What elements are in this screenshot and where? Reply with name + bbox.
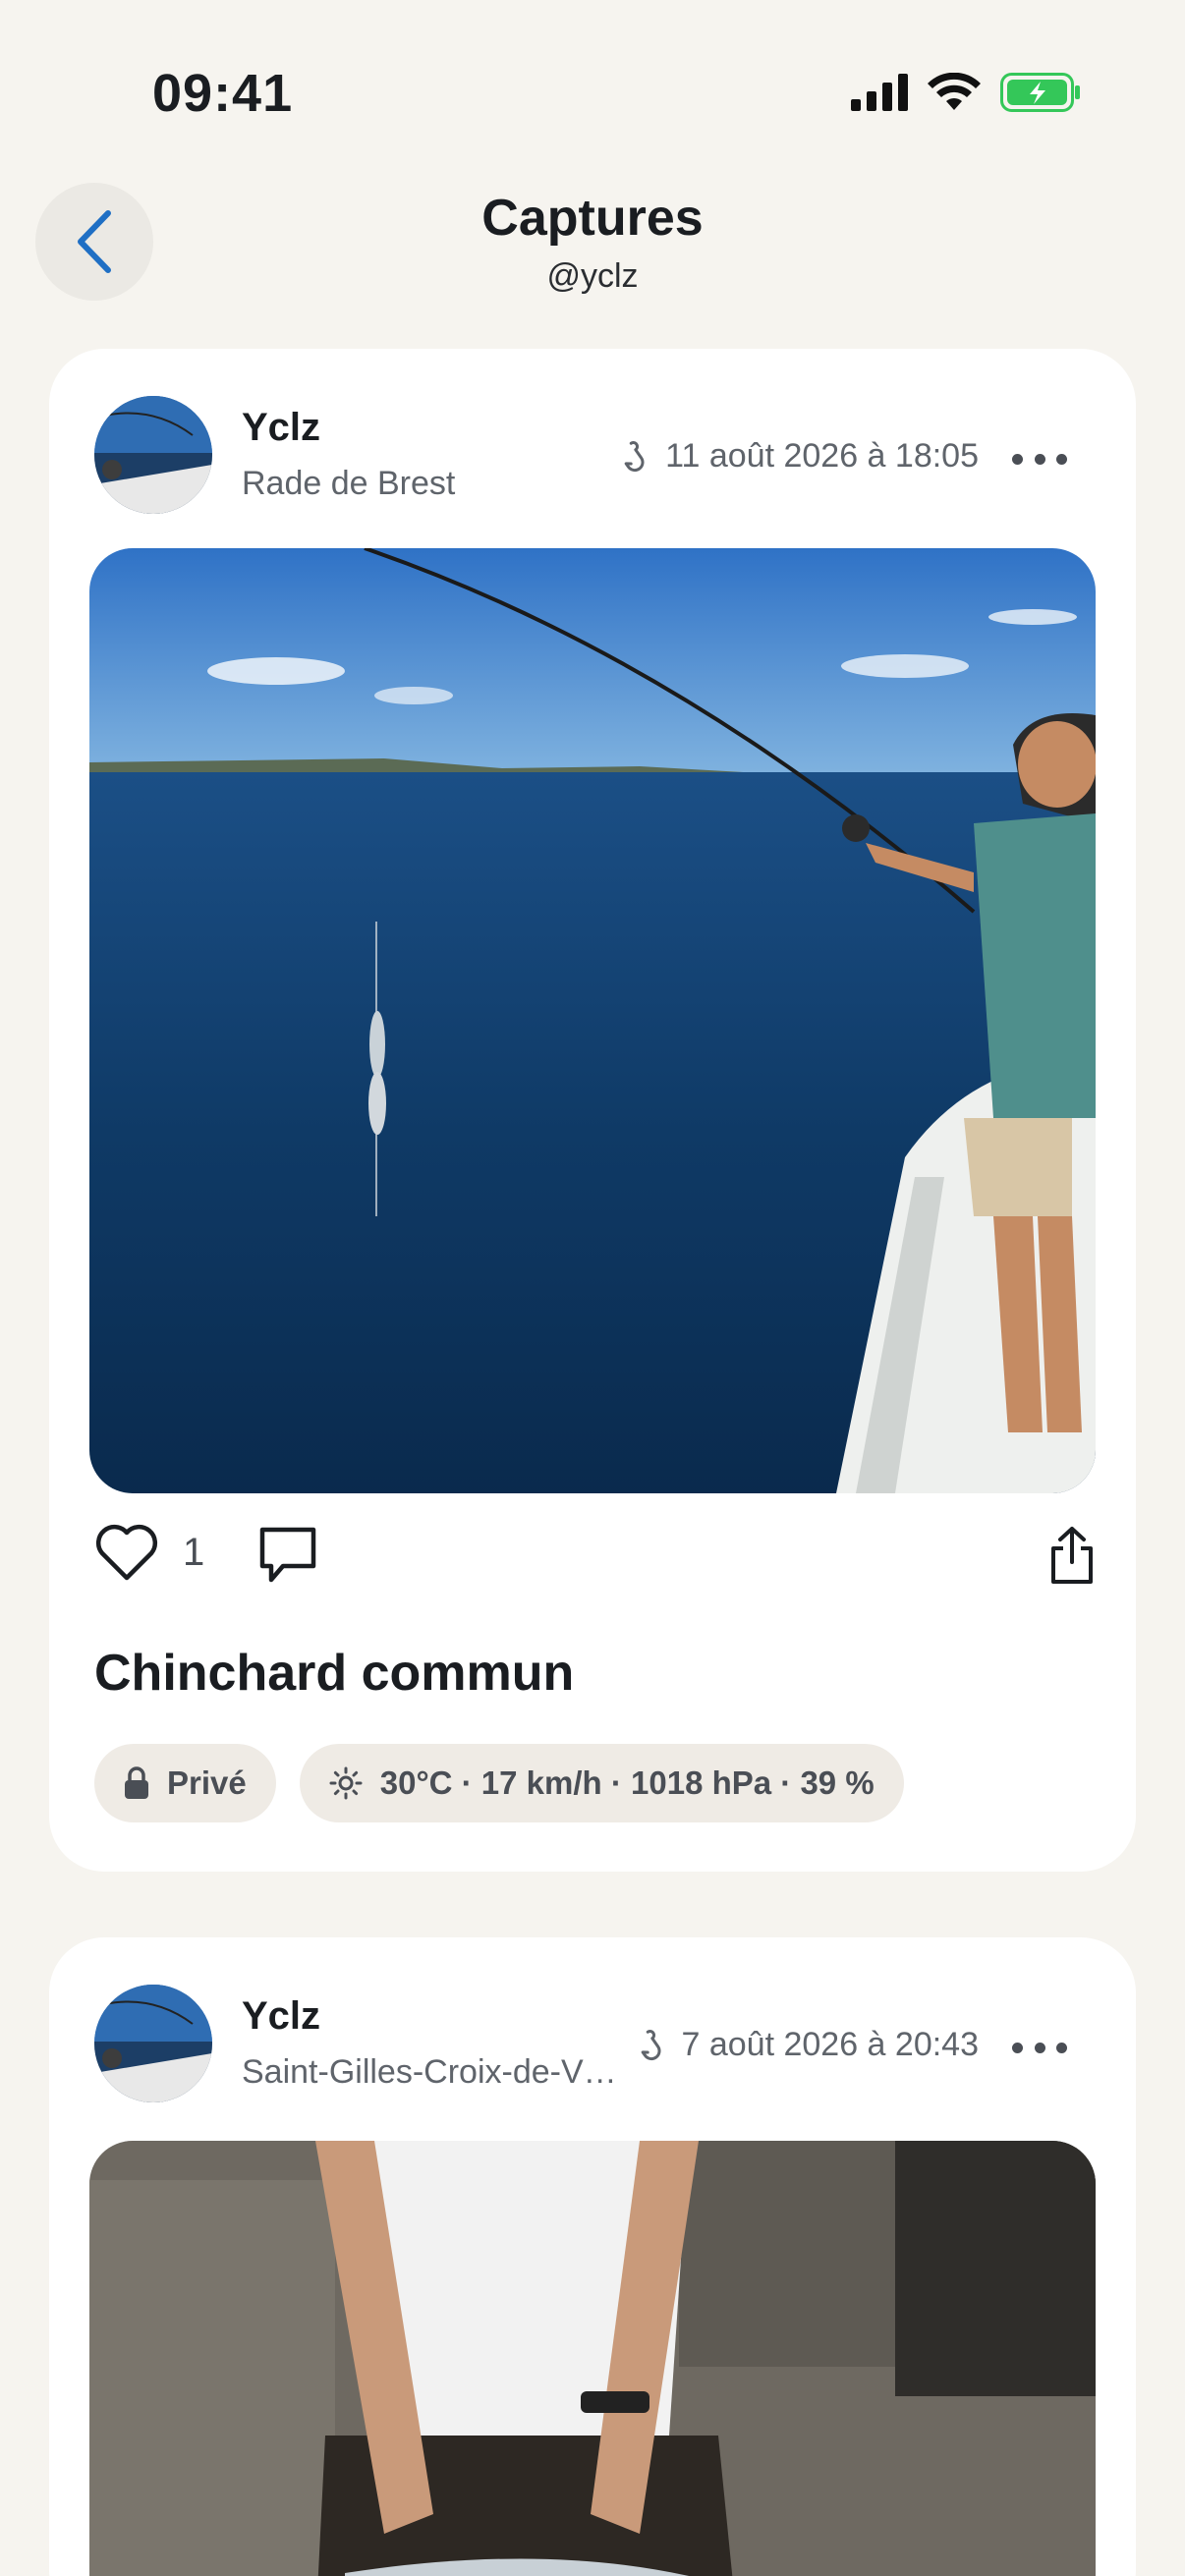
hook-icon <box>641 2029 661 2060</box>
like-button[interactable]: 1 <box>94 1523 204 1582</box>
catch-photo-image <box>89 548 1096 1493</box>
status-icons <box>851 73 1081 112</box>
like-count: 1 <box>183 1530 205 1574</box>
weather-label: 30°C · 17 km/h · 1018 hPa · 39 % <box>379 1764 875 1801</box>
more-icon[interactable] <box>1012 439 1067 478</box>
hook-icon <box>624 440 645 472</box>
avatar-photo <box>94 396 212 514</box>
author-name[interactable]: Yclz <box>242 406 320 450</box>
lock-icon <box>125 1766 148 1799</box>
post-card: Yclz Saint-Gilles-Croix-de-V… 7 août 202… <box>49 1937 1136 2576</box>
author-name[interactable]: Yclz <box>242 1994 320 2039</box>
share-icon <box>1051 1527 1093 1584</box>
catch-date: 7 août 2026 à 20:43 <box>635 2026 980 2064</box>
weather-chip[interactable]: 30°C · 17 km/h · 1018 hPa · 39 % <box>299 1744 904 1822</box>
location-label: Saint-Gilles-Croix-de-V… <box>242 2053 617 2091</box>
catch-photo[interactable] <box>89 548 1096 1493</box>
post-card: Yclz Rade de Brest 11 août 2026 à 18:05 <box>49 349 1136 1872</box>
status-bar: 09:41 <box>0 0 1185 187</box>
avatar[interactable] <box>94 396 212 514</box>
privacy-chip[interactable]: Privé <box>94 1744 276 1822</box>
signal-icon <box>851 74 908 111</box>
heart-icon <box>95 1524 158 1581</box>
page-title: Captures <box>481 190 704 247</box>
catch-photo[interactable] <box>89 2141 1096 2576</box>
date-label: 7 août 2026 à 20:43 <box>681 2026 980 2063</box>
battery-icon <box>1000 73 1080 112</box>
sun-icon <box>329 1766 363 1800</box>
avatar-photo <box>94 1985 212 2102</box>
species-title: Chinchard commun <box>94 1645 575 1702</box>
status-time: 09:41 <box>152 64 294 123</box>
privacy-label: Privé <box>167 1764 247 1801</box>
catch-photo-image <box>89 2141 1096 2576</box>
page-subtitle: @yclz <box>546 257 639 295</box>
catch-date: 11 août 2026 à 18:05 <box>618 437 979 476</box>
more-icon[interactable] <box>1012 2028 1067 2067</box>
screen: 09:41 Captures @yclz Yclz Rade de Brest … <box>0 0 1185 2576</box>
wifi-icon <box>928 73 981 110</box>
date-label: 11 août 2026 à 18:05 <box>665 437 979 475</box>
post-actions: 1 <box>94 1523 1097 1601</box>
share-button[interactable] <box>1047 1525 1097 1591</box>
location-label: Rade de Brest <box>242 465 456 502</box>
post-chips: Privé 30°C · 17 km/h · 1018 hPa · 39 % <box>94 1744 904 1822</box>
avatar[interactable] <box>94 1985 212 2102</box>
comment-icon <box>259 1527 316 1583</box>
comment-button[interactable] <box>257 1525 318 1591</box>
